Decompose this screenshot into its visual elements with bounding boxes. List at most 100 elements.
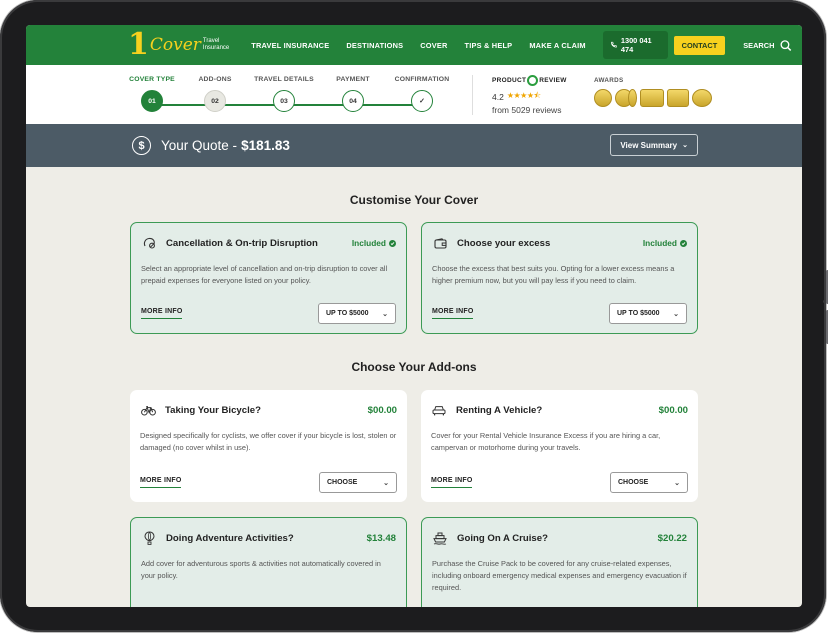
check-icon (389, 239, 396, 247)
chevron-down-icon: ⌄ (674, 479, 680, 487)
addon-card: Going On A Cruise? $20.22 Purchase the C… (421, 517, 698, 607)
card-title: Cancellation & On-trip Disruption (166, 237, 318, 249)
chevron-down-icon: ⌄ (382, 310, 388, 318)
award-badge-icon (667, 89, 689, 107)
step-marker: 04 (342, 90, 364, 112)
select-value: UP TO $5000 (326, 310, 369, 317)
bicycle-icon (140, 403, 156, 417)
awards: AWARDS (594, 77, 715, 107)
card-header: Renting A Vehicle? $00.00 (431, 403, 688, 417)
productreview-q-icon (527, 75, 539, 86)
phone-icon (610, 41, 617, 48)
card-description: Designed specifically for cyclists, we o… (140, 431, 397, 452)
more-info-link[interactable]: MORE INFO (432, 308, 474, 319)
addon-price: $20.22 (657, 532, 687, 544)
camera-dot (823, 300, 826, 303)
nav-tips-help[interactable]: TIPS & HELP (465, 41, 513, 50)
card-description: Add cover for adventurous sports & activ… (141, 559, 381, 580)
nav-travel-insurance[interactable]: TRAVEL INSURANCE (251, 41, 329, 50)
check-icon (680, 239, 687, 247)
card-header: Cancellation & On-trip Disruption Includ… (141, 236, 396, 250)
card-title: Going On A Cruise? (457, 532, 548, 544)
card-description: Cover for your Rental Vehicle Insurance … (431, 431, 661, 452)
addon-card: Renting A Vehicle? $00.00 Cover for your… (421, 390, 698, 502)
card-header: Choose your excess Included (432, 236, 687, 250)
step-add-ons[interactable]: ADD-ONS 02 (175, 76, 255, 112)
included-badge: Included (352, 238, 396, 248)
nav-make-a-claim[interactable]: MAKE A CLAIM (529, 41, 585, 50)
card-footer: MORE INFO UP TO $5000 ⌄ (141, 303, 396, 324)
progress-header: COVER TYPE 01 ADD-ONS 02 TRAVEL DETAILS … (26, 65, 802, 124)
addons-title: Choose Your Add-ons (351, 360, 477, 374)
card-header: Going On A Cruise? $20.22 (432, 531, 687, 545)
select-value: CHOOSE (327, 479, 358, 486)
contact-button[interactable]: CONTACT (673, 35, 726, 55)
brand-left-text: PRODUCT (492, 77, 527, 84)
chevron-down-icon: ⌄ (682, 142, 688, 149)
product-review-widget[interactable]: PRODUCT REVIEW 4.2 ★★★★⯪ from 5029 revie… (492, 75, 567, 115)
quote-bar: $ Your Quote - $181.83 View Summary ⌄ (26, 124, 802, 167)
car-icon (431, 403, 447, 417)
nav-destinations[interactable]: DESTINATIONS (346, 41, 403, 50)
logo[interactable]: 1 Cover Travel Insurance (128, 30, 229, 60)
card-title: Doing Adventure Activities? (166, 532, 294, 544)
more-info-link[interactable]: MORE INFO (431, 477, 473, 488)
excess-amount-select[interactable]: UP TO $5000 ⌄ (609, 303, 687, 324)
step-label: ADD-ONS (198, 76, 232, 83)
step-marker: 01 (141, 90, 163, 112)
logo-sub-insurance: Insurance (202, 45, 230, 51)
award-badge-icon (594, 89, 612, 107)
award-badges (594, 89, 715, 107)
ship-icon (432, 531, 448, 545)
card-description: Purchase the Cruise Pack to be covered f… (432, 559, 687, 592)
card-description: Choose the excess that best suits you. O… (432, 264, 675, 285)
bicycle-choose-select[interactable]: CHOOSE ⌄ (319, 472, 397, 493)
productreview-logo: PRODUCT REVIEW (492, 75, 567, 86)
step-confirmation[interactable]: CONFIRMATION ✓ (382, 76, 462, 112)
card-title: Choose your excess (457, 237, 551, 249)
nav-cover[interactable]: COVER (420, 41, 447, 50)
logo-word: Cover (149, 34, 201, 55)
step-payment[interactable]: PAYMENT 04 (313, 76, 393, 112)
view-summary-button[interactable]: View Summary ⌄ (610, 134, 698, 156)
vehicle-choose-select[interactable]: CHOOSE ⌄ (610, 472, 688, 493)
logo-number: 1 (128, 27, 149, 62)
more-info-link[interactable]: MORE INFO (141, 308, 183, 319)
step-travel-details[interactable]: TRAVEL DETAILS 03 (244, 76, 324, 112)
review-rating: 4.2 ★★★★⯪ (492, 90, 567, 104)
card-header: Taking Your Bicycle? $00.00 (140, 403, 397, 417)
addon-price: $00.00 (658, 404, 688, 416)
addon-card: Taking Your Bicycle? $00.00 Designed spe… (130, 390, 407, 502)
step-marker: 03 (273, 90, 295, 112)
cancellation-amount-select[interactable]: UP TO $5000 ⌄ (318, 303, 396, 324)
search-icon[interactable] (780, 39, 792, 52)
more-info-link[interactable]: MORE INFO (140, 477, 182, 488)
quote-price: $181.83 (241, 138, 290, 153)
review-count: from 5029 reviews (492, 105, 562, 115)
view-summary-label: View Summary (620, 140, 678, 150)
card-footer: MORE INFO CHOOSE ⌄ (431, 472, 688, 493)
awards-label: AWARDS (594, 77, 624, 84)
brand-right-text: REVIEW (539, 77, 567, 84)
card-header: Doing Adventure Activities? $13.48 (141, 531, 396, 545)
rating-stars-icon: ★★★★⯪ (506, 91, 541, 100)
cancellation-icon (141, 236, 157, 250)
card-title: Renting A Vehicle? (456, 404, 543, 416)
addon-card: Doing Adventure Activities? $13.48 Add c… (130, 517, 407, 607)
step-marker: ✓ (411, 90, 433, 112)
wallet-icon (432, 236, 448, 250)
step-marker: 02 (204, 90, 226, 112)
logo-sub-travel: Travel (202, 38, 220, 45)
select-value: CHOOSE (618, 479, 649, 486)
addon-price: $13.48 (366, 532, 396, 544)
card-description: Select an appropriate level of cancellat… (141, 264, 388, 285)
card-title: Taking Your Bicycle? (165, 404, 261, 416)
phone-number: 1300 041 474 (620, 36, 652, 54)
logo-subtitle: Travel Insurance (203, 38, 229, 51)
addon-price: $00.00 (367, 404, 397, 416)
award-badge-icon (692, 89, 712, 107)
included-badge: Included (643, 238, 687, 248)
search-label[interactable]: SEARCH (743, 41, 774, 50)
phone-button[interactable]: 1300 041 474 (602, 31, 668, 59)
screen: 1 Cover Travel Insurance TRAVEL INSURANC… (26, 25, 802, 607)
